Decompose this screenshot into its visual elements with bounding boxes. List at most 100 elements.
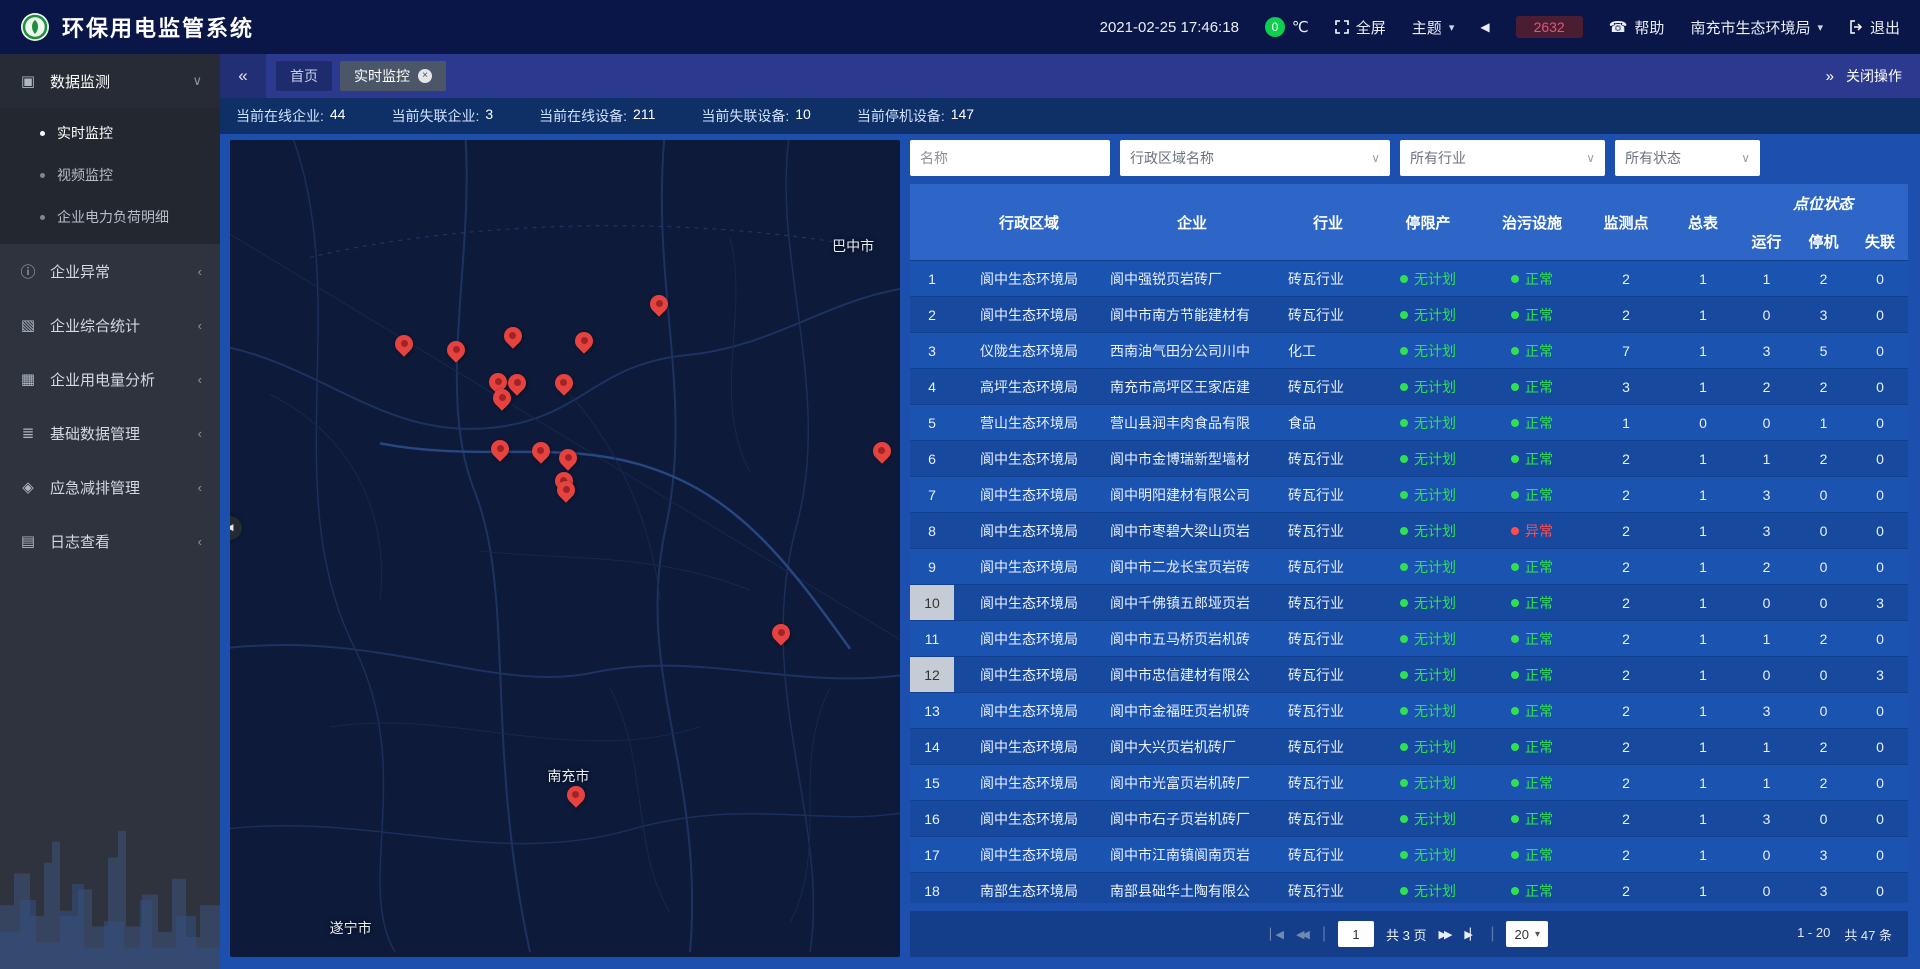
fullscreen-label: 全屏 (1356, 17, 1386, 38)
region-cell: 阆中生态环境局 (954, 261, 1104, 296)
map-pin-icon[interactable] (531, 441, 551, 467)
sidebar-section[interactable]: ◈应急减排管理‹ (0, 460, 220, 514)
table-row[interactable]: 3仪陇生态环境局西南油气田分公司川中化工无计划正常71350 (910, 333, 1908, 369)
fullscreen-button[interactable]: 全屏 (1335, 17, 1386, 38)
page-size-select[interactable]: 20 ▾ (1506, 921, 1548, 947)
close-operations-button[interactable]: 关闭操作 (1846, 66, 1902, 86)
tab-bar: « 首页实时监控× » 关闭操作 (220, 54, 1920, 98)
sidebar-section[interactable]: ⓘ企业异常‹ (0, 244, 220, 298)
table-row[interactable]: 15阆中生态环境局阆中市光富页岩机砖厂砖瓦行业无计划正常21120 (910, 765, 1908, 801)
table-row[interactable]: 9阆中生态环境局阆中市二龙长宝页岩砖砖瓦行业无计划正常21200 (910, 549, 1908, 585)
stat-value: 211 (633, 106, 655, 126)
industry-cell: 砖瓦行业 (1280, 441, 1376, 476)
sidebar-subitem[interactable]: 企业电力负荷明细 (0, 196, 220, 238)
table-row[interactable]: 8阆中生态环境局阆中市枣碧大梁山页岩砖瓦行业无计划异常21300 (910, 513, 1908, 549)
logout-button[interactable]: 退出 (1849, 17, 1900, 38)
limit-cell: 无计划 (1376, 333, 1480, 368)
stat-label: 当前失联设备: (701, 106, 789, 126)
company-cell: 阆中市金福旺页岩机砖 (1104, 693, 1280, 728)
facility-cell: 正常 (1480, 693, 1584, 728)
map-pin-icon[interactable] (554, 373, 574, 399)
name-filter-input[interactable] (910, 140, 1110, 176)
limit-cell: 无计划 (1376, 873, 1480, 903)
map-pin-icon[interactable] (566, 785, 586, 811)
table-row[interactable]: 13阆中生态环境局阆中市金福旺页岩机砖砖瓦行业无计划正常21300 (910, 693, 1908, 729)
status-dot-icon (1400, 635, 1408, 643)
sidebar-section[interactable]: ▧企业综合统计‹ (0, 298, 220, 352)
map-pin-icon[interactable] (490, 439, 510, 465)
region-cell: 阆中生态环境局 (954, 657, 1104, 692)
table-row[interactable]: 17阆中生态环境局阆中市江南镇阆南页岩砖瓦行业无计划正常21030 (910, 837, 1908, 873)
map-pin-icon[interactable] (556, 480, 576, 506)
table-row[interactable]: 10阆中生态环境局阆中千佛镇五郎垭页岩砖瓦行业无计划正常21003 (910, 585, 1908, 621)
map-pin-icon[interactable] (649, 294, 669, 320)
run-cell: 0 (1738, 873, 1795, 903)
sidebar-section-icon: ▣ (18, 72, 38, 90)
theme-dropdown[interactable]: 主题 ▾ (1412, 17, 1455, 38)
first-page-button[interactable]: ▏◀ (1270, 928, 1284, 941)
row-number-cell: 17 (910, 837, 954, 872)
table-row[interactable]: 12阆中生态环境局阆中市忠信建材有限公砖瓦行业无计划正常21003 (910, 657, 1908, 693)
map-canvas[interactable]: 巴中市南充市遂宁市 ◀ (230, 140, 900, 957)
table-row[interactable]: 11阆中生态环境局阆中市五马桥页岩机砖砖瓦行业无计划正常21120 (910, 621, 1908, 657)
industry-filter-select[interactable]: 所有行业 ∨ (1400, 140, 1605, 176)
sidebar-section[interactable]: ▦企业用电量分析‹ (0, 352, 220, 406)
table-row[interactable]: 18南部生态环境局南部县础华土陶有限公砖瓦行业无计划正常21030 (910, 873, 1908, 903)
prev-page-button[interactable]: ◀◀ (1296, 928, 1310, 941)
tab-close-icon[interactable]: × (418, 69, 432, 83)
map-pin-icon[interactable] (503, 326, 523, 352)
tab-scroll-left-button[interactable]: « (220, 54, 266, 98)
status-text: 正常 (1525, 701, 1553, 721)
meter-cell: 1 (1668, 333, 1738, 368)
region-cell: 阆中生态环境局 (954, 477, 1104, 512)
sidebar-subitem[interactable]: 实时监控 (0, 112, 220, 154)
stop-cell: 2 (1795, 441, 1852, 476)
table-row[interactable]: 6阆中生态环境局阆中市金博瑞新型墙材砖瓦行业无计划正常21120 (910, 441, 1908, 477)
limit-cell: 无计划 (1376, 765, 1480, 800)
status-text: 无计划 (1414, 557, 1456, 577)
industry-cell: 砖瓦行业 (1280, 621, 1376, 656)
tab-实时监控[interactable]: 实时监控× (340, 61, 446, 91)
city-label: 南充市 (547, 766, 589, 786)
table-row[interactable]: 16阆中生态环境局阆中市石子页岩机砖厂砖瓦行业无计划正常21300 (910, 801, 1908, 837)
map-pin-icon[interactable] (872, 441, 892, 467)
notice-count-badge[interactable]: 2632 (1516, 16, 1583, 38)
map-pin-icon[interactable] (492, 388, 512, 414)
help-button[interactable]: ☎ 帮助 (1609, 17, 1665, 38)
map-pin-icon[interactable] (446, 340, 466, 366)
sidebar-section[interactable]: ≣基础数据管理‹ (0, 406, 220, 460)
lost-cell: 0 (1852, 369, 1908, 404)
next-page-button[interactable]: ▶▶ (1438, 928, 1452, 941)
map-pin-icon[interactable] (771, 623, 791, 649)
table-row[interactable]: 1阆中生态环境局阆中强锐页岩砖厂砖瓦行业无计划正常21120 (910, 261, 1908, 297)
sidebar-subitem[interactable]: 视频监控 (0, 154, 220, 196)
table-row[interactable]: 7阆中生态环境局阆中明阳建材有限公司砖瓦行业无计划正常21300 (910, 477, 1908, 513)
tab-首页[interactable]: 首页 (276, 61, 332, 91)
region-filter-select[interactable]: 行政区域名称 ∨ (1120, 140, 1390, 176)
lost-cell: 0 (1852, 729, 1908, 764)
speaker-button[interactable]: ◀ (1480, 20, 1489, 34)
last-page-button[interactable]: ▶▏ (1464, 928, 1478, 941)
tab-scroll-right-button[interactable]: » (1826, 68, 1834, 85)
facility-cell: 异常 (1480, 513, 1584, 548)
industry-cell: 砖瓦行业 (1280, 261, 1376, 296)
map-pin-icon[interactable] (574, 331, 594, 357)
facility-cell: 正常 (1480, 405, 1584, 440)
sidebar-section[interactable]: ▣数据监测∨ (0, 54, 220, 108)
table-row[interactable]: 4高坪生态环境局南充市高坪区王家店建砖瓦行业无计划正常31220 (910, 369, 1908, 405)
table-row[interactable]: 2阆中生态环境局阆中市南方节能建材有砖瓦行业无计划正常21030 (910, 297, 1908, 333)
page-number-input[interactable]: 1 (1338, 921, 1374, 947)
status-dot-icon (1511, 311, 1519, 319)
status-text: 正常 (1525, 737, 1553, 757)
org-dropdown[interactable]: 南充市生态环境局 ▾ (1690, 17, 1823, 38)
table-row[interactable]: 14阆中生态环境局阆中大兴页岩机砖厂砖瓦行业无计划正常21120 (910, 729, 1908, 765)
speaker-icon: ◀ (1480, 20, 1489, 34)
status-text: 无计划 (1414, 845, 1456, 865)
table-row[interactable]: 5营山生态环境局营山县润丰肉食品有限食品无计划正常10010 (910, 405, 1908, 441)
status-filter-select[interactable]: 所有状态 ∨ (1615, 140, 1760, 176)
run-cell: 3 (1738, 693, 1795, 728)
points-cell: 2 (1584, 873, 1668, 903)
sidebar-section[interactable]: ▤日志查看‹ (0, 514, 220, 568)
meter-cell: 1 (1668, 369, 1738, 404)
map-pin-icon[interactable] (394, 334, 414, 360)
